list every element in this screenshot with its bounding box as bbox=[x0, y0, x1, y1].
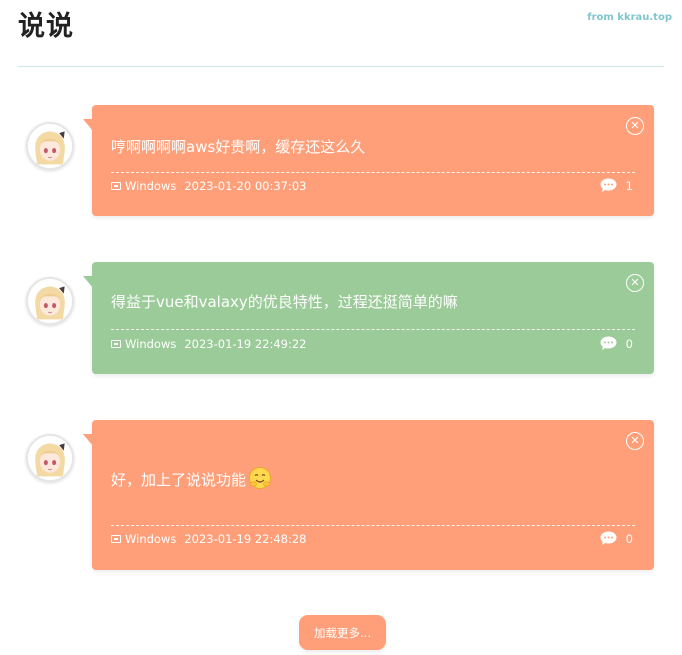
device-icon bbox=[111, 340, 121, 348]
post-meta: Windows 2023-01-19 22:49:22 bbox=[111, 337, 306, 351]
post-card: ✕ 好，加上了说说功能 Windows 2023-01-19 22:48:28 bbox=[83, 420, 654, 570]
post-device: Windows bbox=[125, 532, 177, 546]
comment-button[interactable]: 1 bbox=[600, 178, 633, 193]
comment-count: 1 bbox=[625, 178, 633, 193]
comment-count: 0 bbox=[625, 531, 633, 546]
post-timestamp: 2023-01-19 22:48:28 bbox=[184, 532, 307, 546]
page-title: 说说 bbox=[18, 11, 74, 42]
post-meta: Windows 2023-01-19 22:48:28 bbox=[111, 532, 306, 546]
avatar-image-icon bbox=[28, 279, 72, 323]
device-icon bbox=[111, 182, 121, 190]
post-divider bbox=[111, 329, 635, 330]
post-content: 哼啊啊啊啊aws好贵啊，缓存还这么久 bbox=[111, 138, 366, 156]
post-divider bbox=[111, 172, 635, 173]
avatar bbox=[26, 434, 74, 482]
post-device: Windows bbox=[125, 179, 177, 193]
avatar-image-icon bbox=[28, 124, 72, 168]
page-header: 说说 from kkrau.top bbox=[18, 0, 672, 67]
comment-icon bbox=[600, 178, 617, 192]
source-link[interactable]: from kkrau.top bbox=[587, 12, 672, 23]
post-device: Windows bbox=[125, 337, 177, 351]
post-timestamp: 2023-01-19 22:49:22 bbox=[184, 337, 307, 351]
post-content: 得益于vue和valaxy的优良特性，过程还挺简单的嘛 bbox=[111, 293, 458, 311]
post-divider bbox=[111, 525, 635, 526]
comment-button[interactable]: 0 bbox=[600, 531, 633, 546]
post-card: ✕ 得益于vue和valaxy的优良特性，过程还挺简单的嘛 Windows 20… bbox=[83, 262, 654, 374]
comment-button[interactable]: 0 bbox=[600, 336, 633, 351]
avatar-image-icon bbox=[28, 436, 72, 480]
post-meta: Windows 2023-01-20 00:37:03 bbox=[111, 179, 306, 193]
close-icon[interactable]: ✕ bbox=[626, 432, 644, 450]
post-content-text: 好，加上了说说功能 bbox=[111, 471, 247, 489]
load-more-button[interactable]: 加载更多... bbox=[299, 615, 386, 650]
post-timestamp: 2023-01-20 00:37:03 bbox=[184, 179, 307, 193]
comment-icon bbox=[600, 336, 617, 350]
device-icon bbox=[111, 535, 121, 543]
avatar bbox=[26, 277, 74, 325]
close-icon[interactable]: ✕ bbox=[626, 117, 644, 135]
comment-count: 0 bbox=[625, 336, 633, 351]
post-content: 好，加上了说说功能 bbox=[111, 466, 272, 490]
smiling-face-emoji-icon bbox=[249, 467, 272, 489]
close-icon[interactable]: ✕ bbox=[626, 274, 644, 292]
avatar bbox=[26, 122, 74, 170]
comment-icon bbox=[600, 531, 617, 545]
post-card: ✕ 哼啊啊啊啊aws好贵啊，缓存还这么久 Windows 2023-01-20 … bbox=[83, 105, 654, 216]
